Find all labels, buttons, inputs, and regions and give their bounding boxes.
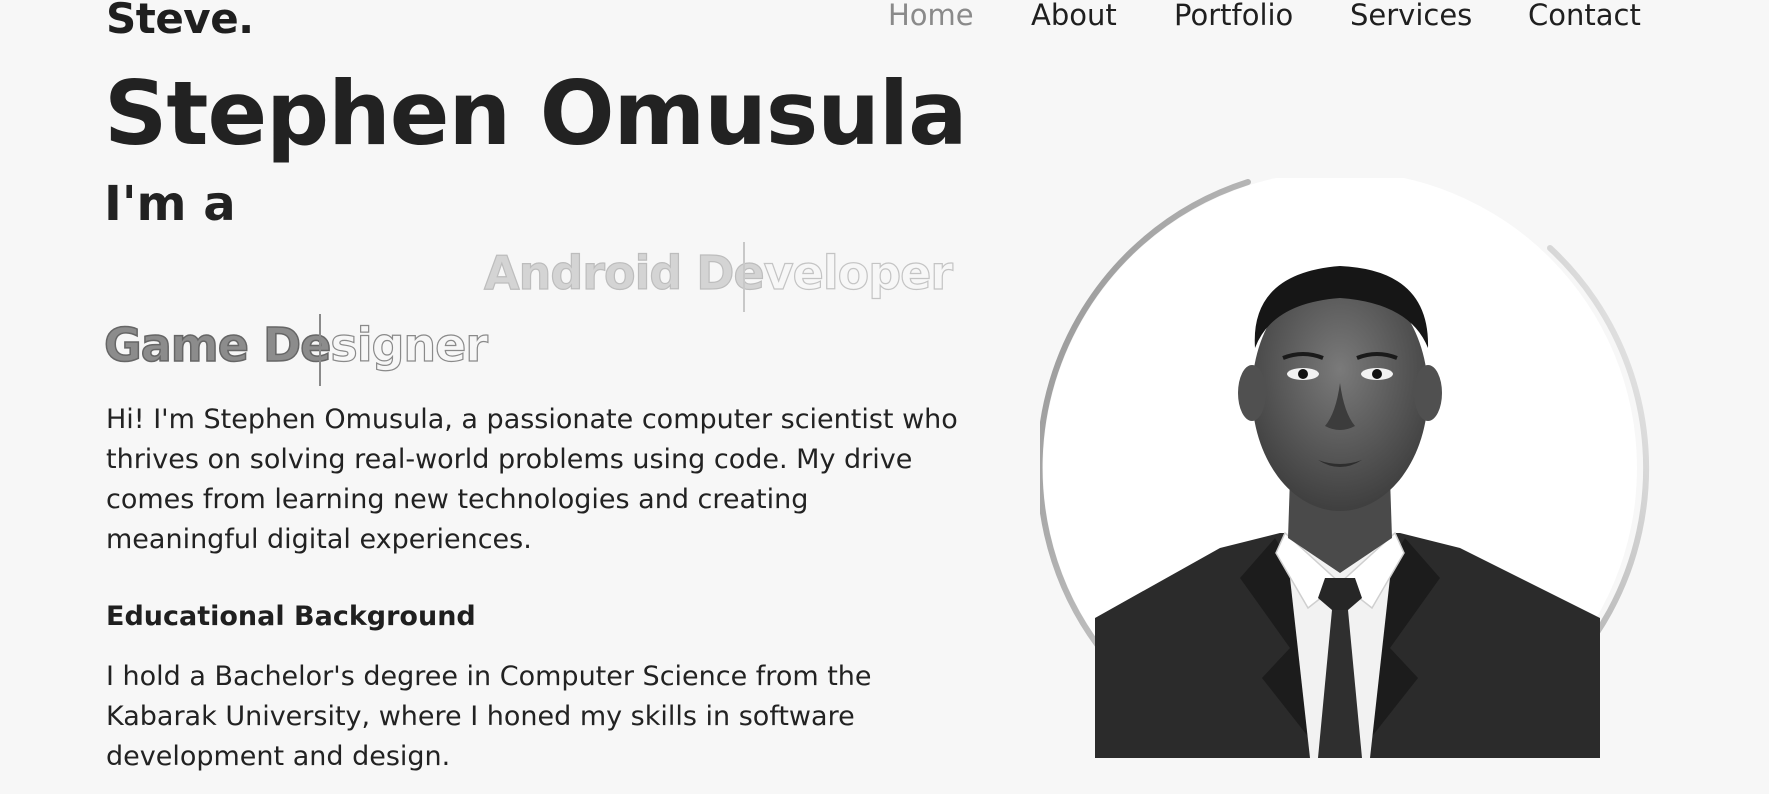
typing-caret [743,242,745,312]
nav-services[interactable]: Services [1350,0,1472,32]
main-nav: Home About Portfolio Services Contact [0,0,1769,40]
profile-portrait [1040,178,1660,758]
hero-intro: I'm a [104,176,236,232]
hero-bio: Hi! I'm Stephen Omusula, a passionate co… [106,404,958,555]
nav-contact[interactable]: Contact [1528,0,1641,32]
education-text: I hold a Bachelor's degree in Computer S… [106,661,872,772]
education-heading: Educational Background [106,601,476,632]
role-remaining-text: veloper [763,245,954,300]
nav-portfolio[interactable]: Portfolio [1174,0,1293,32]
portrait-illustration [1040,178,1650,758]
role-remaining-text: signer [330,317,489,372]
typing-caret [319,314,321,386]
typing-role-game: Game Designer [103,314,489,386]
nav-home[interactable]: Home [888,0,974,32]
hero-name: Stephen Omusula [104,62,967,165]
typing-role-android: Android Developer [483,242,954,312]
portfolio-page: Steve. Home About Portfolio Services Con… [0,0,1769,794]
role-typed-text: Game De [103,317,332,373]
nav-about[interactable]: About [1031,0,1117,32]
role-typed-text: Android De [483,245,765,300]
